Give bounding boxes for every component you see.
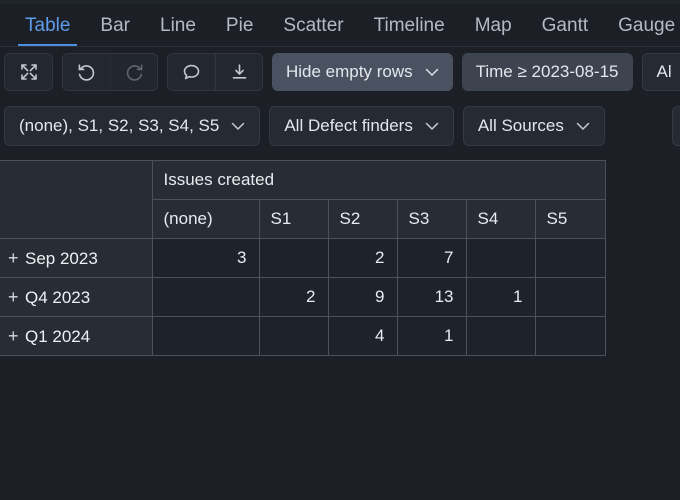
cell-q12024-s3[interactable]: 1	[396, 316, 467, 356]
column-header-s4[interactable]: S4	[465, 199, 536, 239]
row-label: Q1 2024	[25, 326, 91, 346]
defect-finders-select[interactable]: All Defect finders	[269, 106, 454, 146]
expand-icon[interactable]: +	[8, 287, 25, 308]
series-select-label: (none), S1, S2, S3, S4, S5	[19, 116, 220, 135]
series-select[interactable]: (none), S1, S2, S3, S4, S5	[4, 106, 261, 146]
tab-label: Map	[474, 15, 512, 36]
table-head-row-group: Issues created	[0, 160, 606, 239]
hide-empty-rows-dropdown[interactable]: Hide empty rows	[272, 53, 453, 91]
table-head: Issues created (none) S1 S2 S3 S4 S5	[0, 160, 606, 239]
chevron-down-icon	[232, 122, 245, 130]
cell-q42023-s1[interactable]: 2	[258, 277, 329, 317]
table-corner-cell	[0, 160, 153, 239]
time-filter-label: Time ≥ 2023-08-15	[475, 62, 619, 81]
tab-scatter[interactable]: Scatter	[268, 4, 358, 46]
comment-icon	[183, 64, 200, 79]
cut-off-filter-label: Al	[656, 62, 672, 81]
cell-q12024-none[interactable]	[151, 316, 260, 356]
comment-download-group	[167, 53, 263, 91]
chart-type-tabbar: Table Bar Line Pie Scatter Timeline Map …	[0, 4, 680, 47]
sources-select[interactable]: All Sources	[462, 106, 605, 146]
row-label: Q4 2023	[25, 287, 91, 307]
undo-redo-group	[62, 53, 158, 91]
cell-q42023-none[interactable]	[151, 277, 260, 317]
cell-q42023-s3[interactable]: 13	[396, 277, 467, 317]
fullscreen-button[interactable]	[5, 54, 52, 90]
undo-button[interactable]	[63, 54, 110, 90]
tab-table[interactable]: Table	[10, 4, 85, 46]
sources-label: All Sources	[477, 116, 564, 135]
table-row: + Q1 2024 4 1	[0, 316, 606, 356]
chevron-down-icon	[425, 122, 439, 130]
cell-q42023-s2[interactable]: 9	[327, 277, 398, 317]
column-header-s5[interactable]: S5	[534, 199, 606, 239]
toolbar-filters: (none), S1, S2, S3, S4, S5 All Defect fi…	[4, 106, 605, 146]
column-header-s3[interactable]: S3	[396, 199, 467, 239]
cell-sep2023-s4[interactable]	[465, 238, 536, 278]
redo-icon	[126, 63, 142, 81]
tab-timeline[interactable]: Timeline	[359, 4, 460, 46]
cell-sep2023-s2[interactable]: 2	[327, 238, 398, 278]
download-icon	[232, 63, 246, 79]
tab-bar[interactable]: Bar	[85, 4, 145, 46]
table-row: + Sep 2023 3 2 7	[0, 238, 606, 278]
column-header-s2[interactable]: S2	[327, 199, 398, 239]
cell-sep2023-s3[interactable]: 7	[396, 238, 467, 278]
cell-q42023-s4[interactable]: 1	[465, 277, 536, 317]
table-row: + Q4 2023 2 9 13 1	[0, 277, 606, 317]
table-body: + Sep 2023 3 2 7 + Q4 2023 2 9 13 1 + Q1…	[0, 238, 606, 356]
tab-gauge[interactable]: Gauge	[603, 4, 680, 46]
tab-label: Gantt	[541, 15, 589, 36]
tab-label: Pie	[225, 15, 254, 36]
offscreen-filter-button[interactable]	[672, 106, 680, 146]
time-filter-button[interactable]: Time ≥ 2023-08-15	[461, 53, 633, 91]
hide-empty-rows-label: Hide empty rows	[286, 62, 413, 81]
chevron-down-icon	[425, 68, 438, 76]
fullscreen-icon	[20, 64, 37, 80]
tab-label: Scatter	[283, 15, 344, 36]
chevron-down-icon	[576, 122, 590, 130]
pivot-table-container: Issues created (none) S1 S2 S3 S4 S5 + Se…	[0, 160, 606, 356]
cut-off-filter-button[interactable]: Al	[641, 53, 680, 91]
expand-icon[interactable]: +	[8, 326, 25, 347]
expand-icon[interactable]: +	[8, 248, 25, 269]
cell-q12024-s2[interactable]: 4	[327, 316, 398, 356]
toolbar-primary: Hide empty rows Time ≥ 2023-08-15 Al	[4, 52, 680, 92]
tab-line[interactable]: Line	[145, 4, 211, 46]
tab-pie[interactable]: Pie	[211, 4, 268, 46]
row-header-sep-2023[interactable]: + Sep 2023	[0, 238, 153, 278]
tab-label: Table	[25, 15, 71, 36]
cell-q12024-s5[interactable]	[534, 316, 606, 356]
tab-label: Bar	[100, 15, 130, 36]
comment-button[interactable]	[168, 54, 215, 90]
row-header-q4-2023[interactable]: + Q4 2023	[0, 277, 153, 317]
defect-finders-label: All Defect finders	[284, 116, 413, 135]
cell-sep2023-none[interactable]: 3	[151, 238, 260, 278]
row-label: Sep 2023	[25, 248, 98, 268]
fullscreen-group	[4, 53, 53, 91]
row-header-q1-2024[interactable]: + Q1 2024	[0, 316, 153, 356]
column-header-s1[interactable]: S1	[258, 199, 329, 239]
tab-label: Line	[160, 15, 196, 36]
cell-sep2023-s5[interactable]	[534, 238, 606, 278]
cell-sep2023-s1[interactable]	[258, 238, 329, 278]
download-button[interactable]	[215, 54, 262, 90]
tab-label: Timeline	[373, 15, 445, 36]
tab-gantt[interactable]: Gantt	[527, 4, 603, 46]
tab-map[interactable]: Map	[460, 4, 527, 46]
pivot-table: Issues created (none) S1 S2 S3 S4 S5 + Se…	[0, 160, 606, 356]
measure-group-header: Issues created	[151, 160, 606, 200]
undo-icon	[78, 63, 95, 81]
tab-label: Gauge	[618, 15, 676, 36]
column-header-none[interactable]: (none)	[151, 199, 260, 239]
cell-q12024-s4[interactable]	[465, 316, 536, 356]
app-root: Table Bar Line Pie Scatter Timeline Map …	[0, 0, 680, 500]
redo-button[interactable]	[110, 54, 157, 90]
cell-q42023-s5[interactable]	[534, 277, 606, 317]
cell-q12024-s1[interactable]	[258, 316, 329, 356]
